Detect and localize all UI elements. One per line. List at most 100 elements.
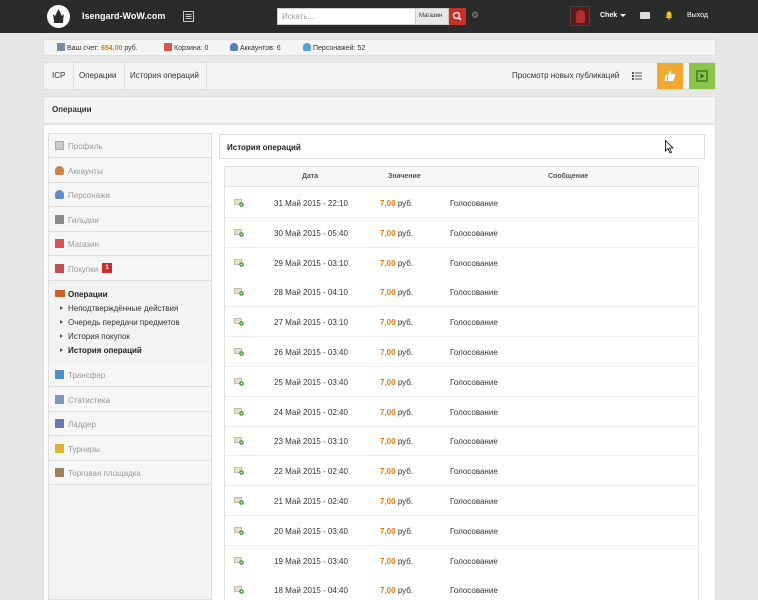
chevron-down-icon[interactable] (620, 14, 626, 17)
sidebar-item-guilds[interactable]: Гильдии (49, 208, 211, 232)
row-value: 7,00 руб. (380, 467, 414, 477)
top-navbar: Isengard-WoW.com Искать... Магазин ⚙ Che… (0, 0, 758, 33)
thumbs-up-icon (665, 71, 676, 81)
wallet-icon (57, 43, 65, 51)
account-info-bar (43, 39, 716, 56)
search-icon (452, 11, 462, 21)
search-scope-select[interactable]: Магазин (415, 8, 449, 25)
money-in-icon (234, 348, 244, 356)
sidebar-operations-heading[interactable]: Операции (55, 290, 108, 299)
shop-icon (55, 239, 64, 248)
money-in-icon (234, 407, 244, 416)
row-date: 29 Май 2015 - 03:10 (274, 258, 348, 268)
row-message: Голосование (450, 318, 498, 328)
sidebar-item-shop[interactable]: Магазин (49, 232, 211, 256)
user-icon (230, 43, 238, 51)
wallet-icon (55, 290, 65, 297)
sidebar-item-characters[interactable]: Персонажи (49, 183, 211, 207)
row-date: 30 Май 2015 - 05:40 (274, 228, 348, 238)
row-value: 7,00 руб. (380, 497, 414, 506)
submenu-unconfirmed[interactable]: Неподтверждённые действия (60, 304, 178, 313)
menu-list-icon[interactable] (183, 11, 194, 22)
table-row: 20 Май 2015 - 03:40 7,00 руб. Голосование (225, 515, 698, 546)
table-row: 30 Май 2015 - 05:40 7,00 руб. Голосование (225, 217, 698, 248)
mail-icon[interactable] (640, 12, 650, 19)
money-in-icon (234, 467, 244, 475)
money-in-icon (234, 437, 244, 446)
row-date: 20 Май 2015 - 03:40 (274, 526, 348, 536)
purchases-icon (55, 264, 64, 273)
sidebar-item-marketplace[interactable]: Торговая площадка (49, 461, 211, 485)
like-button[interactable] (657, 63, 683, 89)
row-value: 7,00 руб. (380, 407, 414, 417)
breadcrumb-operations[interactable]: Операции (79, 71, 116, 80)
purchases-badge: 1 (102, 263, 112, 273)
column-message[interactable]: Сообщение (548, 173, 588, 180)
sidebar-item-tournaments[interactable]: Турниры (49, 437, 211, 461)
submenu-item-queue[interactable]: Очередь передачи предметов (60, 318, 180, 327)
characters-info[interactable]: Персонажей: 52 (303, 43, 365, 52)
search-button[interactable] (449, 8, 466, 25)
table-row: 28 Май 2015 - 04:10 7,00 руб. Голосование (225, 277, 698, 308)
table-header (225, 167, 698, 187)
row-message: Голосование (450, 467, 498, 477)
marketplace-icon (55, 468, 64, 477)
sidebar-item-purchases[interactable]: Покупки 1 (49, 257, 211, 281)
row-value: 7,00 руб. (380, 228, 414, 238)
row-date: 28 Май 2015 - 04:10 (274, 288, 348, 298)
cart-info[interactable]: Корзина: 0 (164, 43, 208, 52)
new-publications-link[interactable]: Просмотр новых публикаций (512, 71, 619, 80)
sidebar-item-accounts[interactable]: Аккаунты (49, 159, 211, 183)
table-row: 23 Май 2015 - 03:10 7,00 руб. Голосование (225, 426, 698, 457)
row-message: Голосование (450, 556, 498, 566)
sidebar-item-ladder[interactable]: Ладдер (49, 412, 211, 436)
row-date: 18 Май 2015 - 04:40 (274, 586, 348, 596)
list-icon[interactable] (632, 72, 642, 80)
column-value[interactable]: Значение (388, 173, 421, 180)
page-title: Операции (52, 105, 92, 114)
row-value: 7,00 руб. (380, 318, 414, 328)
breadcrumb-history: История операций (130, 71, 199, 80)
logout-link[interactable]: Выход (687, 12, 708, 19)
gear-icon[interactable]: ⚙ (471, 11, 480, 20)
accounts-info[interactable]: Аккаунтов: 6 (230, 43, 281, 52)
sidebar-item-statistics[interactable]: Статистика (49, 388, 211, 412)
sidebar-item-profile[interactable]: Профиль (49, 134, 211, 158)
row-date: 21 Май 2015 - 02:40 (274, 497, 348, 506)
guilds-icon (55, 215, 64, 224)
column-date[interactable]: Дата (302, 173, 318, 180)
table-row: 18 Май 2015 - 04:40 7,00 руб. Голосование (225, 575, 698, 600)
table-row: 25 Май 2015 - 03:40 7,00 руб. Голосование (225, 367, 698, 397)
money-in-icon (234, 199, 244, 207)
characters-icon (55, 190, 64, 199)
row-message: Голосование (450, 407, 498, 417)
table-row: 27 Май 2015 - 03:10 7,00 руб. Голосование (225, 307, 698, 338)
row-value: 7,00 руб. (380, 526, 414, 536)
money-in-icon (234, 526, 244, 535)
balance-info[interactable]: Ваш счет: 654,00 руб. (57, 43, 138, 52)
username[interactable]: Chek (600, 12, 617, 19)
submenu-operations-history[interactable]: История операций (60, 346, 142, 355)
row-date: 26 Май 2015 - 03:40 (274, 348, 348, 357)
row-message: Голосование (450, 586, 498, 596)
history-title: История операций (227, 143, 301, 152)
row-value: 7,00 руб. (380, 437, 414, 447)
balance-value: 654,00 (100, 45, 123, 52)
row-value: 7,00 руб. (380, 288, 414, 298)
search-input[interactable]: Искать... (277, 8, 416, 25)
play-button[interactable] (689, 63, 715, 89)
breadcrumb-icp[interactable]: ICP (52, 71, 65, 80)
row-date: 31 Май 2015 - 22:10 (274, 199, 348, 208)
site-name[interactable]: Isengard-WoW.com (82, 11, 165, 21)
bell-icon[interactable] (665, 11, 673, 20)
row-message: Голосование (450, 437, 498, 447)
submenu-purchase-history[interactable]: История покупок (60, 332, 130, 341)
row-message: Голосование (450, 377, 498, 387)
sidebar-item-transfer[interactable]: Трансфер (49, 363, 211, 387)
money-in-icon (234, 318, 244, 326)
row-date: 25 Май 2015 - 03:40 (274, 377, 348, 387)
avatar[interactable] (570, 6, 590, 26)
row-date: 22 Май 2015 - 02:40 (274, 467, 348, 477)
site-logo[interactable] (47, 5, 70, 28)
money-in-icon (234, 377, 244, 386)
